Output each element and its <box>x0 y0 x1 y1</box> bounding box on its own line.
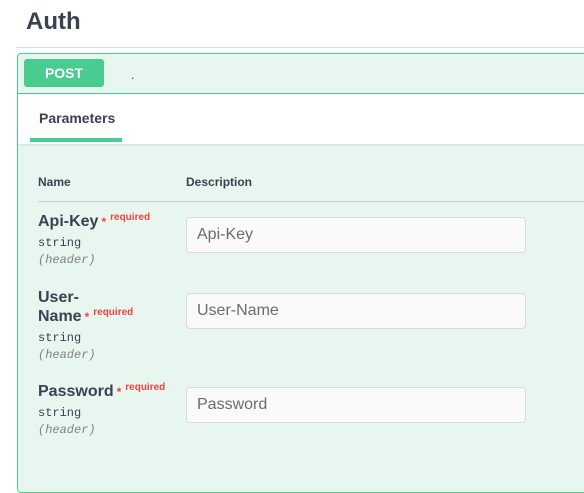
tab-parameters-label: Parameters <box>39 110 116 126</box>
password-input[interactable] <box>186 387 526 423</box>
param-name: Api-Key * required <box>38 212 151 230</box>
tab-active-underline <box>30 138 122 142</box>
required-label: required <box>93 307 134 318</box>
param-api-key: Api-Key * required string (header) <box>38 212 178 267</box>
section-title: Auth <box>26 8 81 35</box>
param-type: string <box>38 331 82 345</box>
param-name: User- Name * required <box>38 289 134 325</box>
tab-parameters[interactable]: Parameters <box>30 94 134 142</box>
param-type: string <box>38 406 82 420</box>
column-header-divider <box>38 201 584 202</box>
required-star: * <box>84 310 90 324</box>
required-label: required <box>125 382 166 393</box>
param-location: (header) <box>38 253 96 267</box>
tab-header: Parameters <box>18 94 584 144</box>
user-name-input[interactable] <box>186 293 526 329</box>
param-user-name: User- Name * required string (header) <box>38 288 178 362</box>
description-column-header: Description <box>186 175 253 189</box>
param-location: (header) <box>38 423 96 437</box>
api-key-input[interactable] <box>186 217 526 253</box>
param-type: string <box>38 236 82 250</box>
required-star: * <box>116 385 122 399</box>
operation-summary[interactable]: POST . <box>18 54 584 94</box>
param-name: Password * required <box>38 382 166 400</box>
name-column-header: Name <box>38 175 71 189</box>
operation-block: POST . Parameters Name Description Api-K… <box>17 53 584 493</box>
operation-path: . <box>131 68 135 82</box>
required-label: required <box>110 212 151 223</box>
param-password: Password * required string (header) <box>38 382 178 437</box>
required-star: * <box>101 215 107 229</box>
method-badge[interactable]: POST <box>24 59 104 87</box>
section-divider <box>16 47 584 48</box>
param-location: (header) <box>38 348 96 362</box>
